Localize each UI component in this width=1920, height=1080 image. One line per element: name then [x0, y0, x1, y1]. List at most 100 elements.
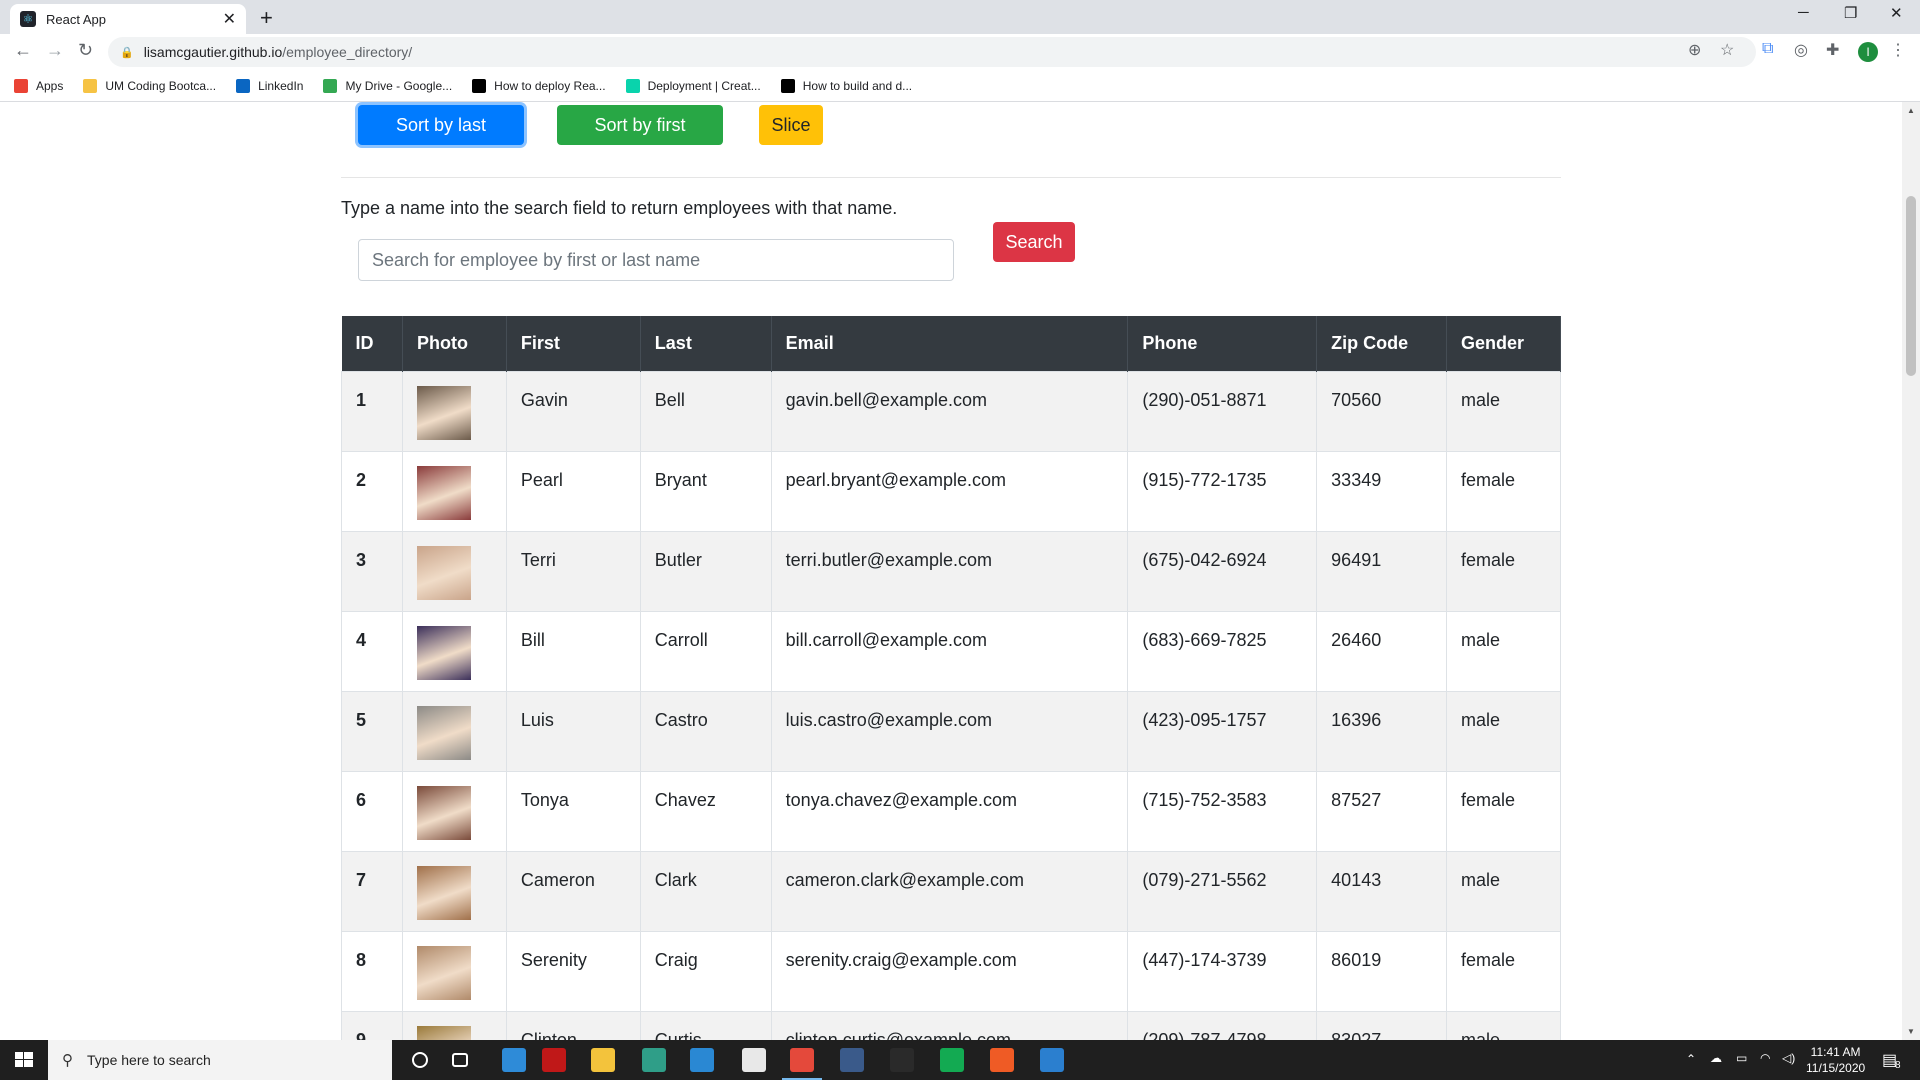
clock-date: 11/15/2020 [1806, 1061, 1866, 1075]
vscode-icon[interactable] [690, 1048, 714, 1072]
tray-wifi-icon[interactable]: ◠ [1760, 1051, 1770, 1065]
gitkraken-icon[interactable] [642, 1048, 666, 1072]
sort-by-last-name-button[interactable]: Sort by last name [358, 105, 524, 175]
forward-arrow-icon[interactable]: → [46, 40, 64, 61]
employee-table: ID Photo First Last Email Phone Zip Code… [341, 316, 1561, 1040]
cell-zip: 96491 [1316, 530, 1448, 611]
puzzle-extensions-icon[interactable]: ✚ [1826, 40, 1839, 60]
employee-photo [416, 865, 471, 920]
bookmark-item[interactable]: How to build and d... [780, 78, 912, 93]
zoom-icon[interactable]: ⊕ [1688, 40, 1701, 60]
cell-gender: female [1446, 770, 1561, 851]
task-view-icon[interactable] [452, 1053, 468, 1067]
scroll-down-arrow-icon[interactable]: ▼ [1907, 1027, 1915, 1036]
cell-id: 6 [341, 770, 403, 851]
tray-chevron-icon[interactable]: ⌃ [1686, 1052, 1696, 1066]
reload-icon[interactable]: ↻ [78, 40, 93, 61]
taskbar-search-box[interactable]: ⚲ Type here to search [48, 1040, 392, 1080]
cell-photo [402, 1010, 507, 1040]
close-tab-icon[interactable]: ✕ [223, 9, 236, 29]
cell-email: clinton.curtis@example.com [771, 1010, 1129, 1040]
bookmark-item[interactable]: LinkedIn [236, 78, 304, 93]
extension-translate-icon[interactable]: ⧉ [1762, 40, 1773, 58]
cell-email: terri.butler@example.com [771, 530, 1129, 611]
tab-title: React App [46, 11, 106, 27]
employee-photo [416, 705, 471, 760]
employee-search-input[interactable] [358, 239, 954, 281]
restore-icon[interactable]: ❐ [1844, 4, 1857, 22]
address-bar[interactable]: 🔒 lisamcgautier.github.io/employee_direc… [108, 37, 1756, 67]
tray-onedrive-icon[interactable]: ☁ [1710, 1051, 1722, 1065]
tray-battery-icon[interactable]: ▭ [1736, 1051, 1747, 1065]
employee-photo [416, 465, 471, 520]
cell-id: 8 [341, 930, 403, 1011]
cell-gender: male [1446, 850, 1561, 931]
bookmark-item[interactable]: Apps [14, 78, 63, 93]
photos-icon[interactable] [1040, 1048, 1064, 1072]
browser-tab[interactable]: ⚛ React App ✕ [10, 4, 246, 34]
bookmark-item[interactable]: How to deploy Rea... [472, 78, 606, 93]
cell-phone: (423)-095-1757 [1127, 690, 1318, 771]
cell-gender: female [1446, 930, 1561, 1011]
tray-volume-icon[interactable]: ◁) [1782, 1051, 1795, 1065]
cell-phone: (290)-051-8871 [1127, 370, 1318, 451]
cell-photo [402, 370, 507, 451]
cell-zip: 26460 [1316, 610, 1448, 691]
cell-first: Pearl [506, 450, 641, 531]
robo3t-icon[interactable] [890, 1048, 914, 1072]
bookmark-label: LinkedIn [258, 78, 304, 93]
cell-gender: male [1446, 610, 1561, 691]
header-id[interactable]: ID [341, 316, 403, 371]
cell-phone: (715)-752-3583 [1127, 770, 1318, 851]
cell-gender: male [1446, 1010, 1561, 1040]
bookmark-label: How to deploy Rea... [494, 78, 606, 93]
search-instruction: Type a name into the search field to ret… [341, 198, 898, 218]
taskbar-clock[interactable]: 11:41 AM 11/15/2020 [1806, 1044, 1865, 1076]
header-zip-code: Zip Code [1316, 316, 1448, 371]
folder-icon [83, 78, 98, 93]
windows-start-icon[interactable] [0, 1040, 48, 1080]
scroll-up-arrow-icon[interactable]: ▲ [1907, 106, 1915, 115]
cell-last: Clark [640, 850, 772, 931]
bookmark-label: Deployment | Creat... [647, 78, 761, 93]
slice-button[interactable]: Slice [759, 105, 823, 145]
divider [341, 177, 1561, 178]
page-scrollbar[interactable]: ▲ ▼ [1902, 102, 1920, 1040]
mcafee-icon[interactable] [542, 1048, 566, 1072]
profile-avatar[interactable]: I [1858, 42, 1878, 62]
cell-id: 7 [341, 850, 403, 931]
header-first[interactable]: First [506, 316, 641, 371]
cell-photo [402, 850, 507, 931]
mongodb-compass-icon[interactable] [940, 1048, 964, 1072]
cell-last: Carroll [640, 610, 772, 691]
minimize-icon[interactable]: ─ [1798, 4, 1809, 21]
employee-photo [416, 625, 471, 680]
postman-icon[interactable] [990, 1048, 1014, 1072]
cell-photo [402, 450, 507, 531]
header-last[interactable]: Last [640, 316, 772, 371]
scrollbar-thumb[interactable] [1906, 196, 1916, 376]
url-path: /employee_directory/ [282, 44, 413, 60]
lock-icon: 🔒 [120, 46, 134, 59]
file-explorer-icon[interactable] [591, 1048, 615, 1072]
back-arrow-icon[interactable]: ← [14, 40, 32, 61]
mysql-workbench-icon[interactable] [840, 1048, 864, 1072]
cortana-icon[interactable] [412, 1052, 428, 1068]
bookmark-item[interactable]: Deployment | Creat... [625, 78, 761, 93]
new-tab-button[interactable]: + [260, 5, 273, 31]
app-l-icon[interactable] [502, 1048, 526, 1072]
bookmark-item[interactable]: My Drive - Google... [323, 78, 452, 93]
close-window-icon[interactable]: ✕ [1890, 4, 1903, 22]
chrome-icon[interactable] [790, 1048, 814, 1072]
cell-email: cameron.clark@example.com [771, 850, 1129, 931]
cell-last: Curtis [640, 1010, 772, 1040]
menu-kebab-icon[interactable]: ⋮ [1890, 40, 1906, 60]
employee-photo [416, 385, 471, 440]
bookmark-star-icon[interactable]: ☆ [1720, 40, 1734, 60]
slack-icon[interactable] [742, 1048, 766, 1072]
cell-email: luis.castro@example.com [771, 690, 1129, 771]
search-button[interactable]: Search [993, 222, 1075, 262]
sort-by-first-name-button[interactable]: Sort by first name [557, 105, 723, 175]
bookmark-item[interactable]: UM Coding Bootca... [83, 78, 216, 93]
extension-icon[interactable]: ◎ [1794, 40, 1808, 60]
